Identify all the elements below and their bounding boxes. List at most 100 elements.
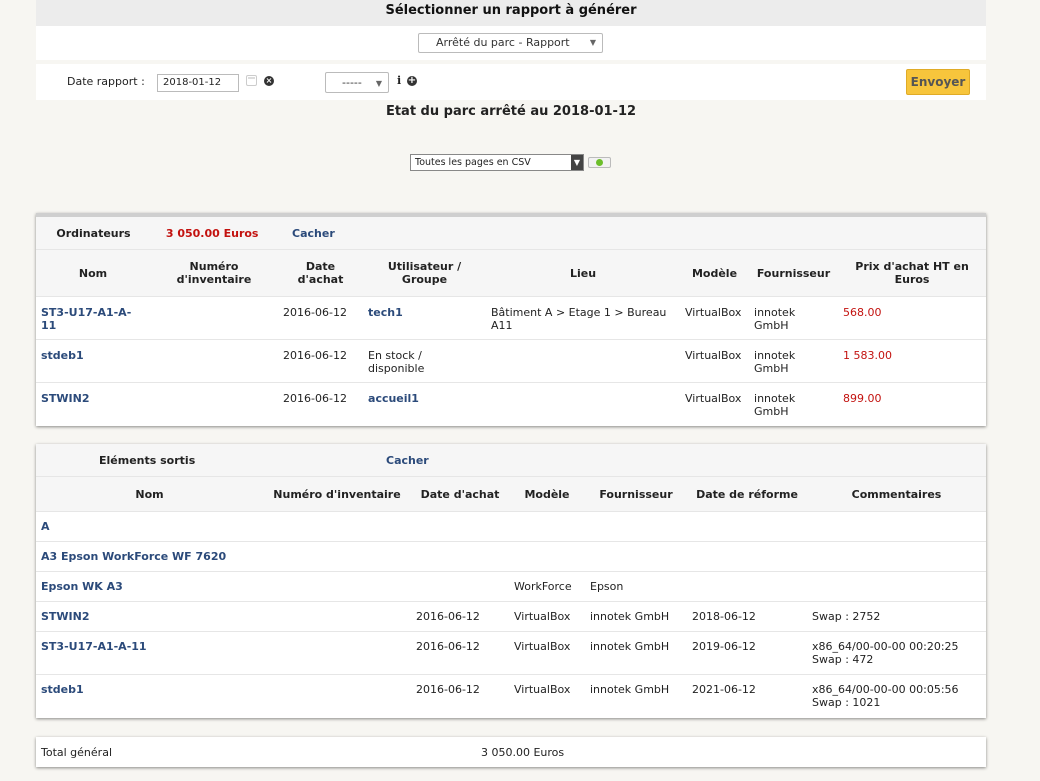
user-status-cell: En stock / disponible — [363, 339, 487, 383]
purchase-date-cell: 2016-06-12 — [411, 601, 509, 632]
price-cell: 568.00 — [838, 296, 987, 340]
date-field[interactable]: 2018-01-12 — [157, 74, 239, 92]
column-header[interactable]: Date d'achat — [411, 476, 509, 512]
comment-cell — [807, 541, 986, 572]
table-row: Epson WK A3 WorkForce Epson — [36, 571, 986, 602]
inventory-cell — [263, 511, 411, 542]
item-name-link[interactable]: STWIN2 — [41, 610, 90, 623]
user-link[interactable]: tech1 — [368, 306, 403, 319]
item-name-link[interactable]: A3 Epson WorkForce WF 7620 — [41, 550, 226, 563]
retire-date-cell: 2019-06-12 — [687, 631, 807, 675]
table-row: STWIN2 2016-06-12 VirtualBox innotek Gmb… — [36, 601, 986, 632]
purchase-date-cell — [411, 571, 509, 602]
table-row: stdeb1 2016-06-12 VirtualBox innotek Gmb… — [36, 675, 986, 718]
purchase-date-cell: 2016-06-12 — [278, 339, 364, 383]
comment-cell: Swap : 2752 — [807, 601, 986, 632]
column-header[interactable]: Numéro d'inventaire — [150, 249, 279, 297]
column-header[interactable]: Numéro d'inventaire — [263, 476, 411, 512]
supplier-cell: innotek GmbH — [590, 683, 670, 696]
column-header[interactable]: Commentaires — [807, 476, 986, 512]
computers-section-header: Ordinateurs 3 050.00 Euros Cacher — [36, 217, 987, 250]
table-row: stdeb1 2016-06-12 En stock / disponible … — [36, 339, 987, 383]
supplier-cell — [585, 541, 687, 572]
item-name-link[interactable]: ST3-U17-A1-A-11 — [41, 640, 147, 653]
purchase-date-cell — [411, 541, 509, 572]
table-row: ST3-U17-A1-A-11 2016-06-12 VirtualBox in… — [36, 631, 986, 675]
computer-name-link[interactable]: stdeb1 — [41, 349, 84, 362]
export-select-value: Toutes les pages en CSV — [415, 157, 531, 168]
column-header[interactable]: Nom — [36, 249, 150, 297]
inventory-cell — [150, 383, 278, 426]
user-link[interactable]: accueil1 — [368, 392, 419, 405]
retired-table: Eléments sortis Cacher Nom Numéro d'inve… — [36, 444, 986, 718]
export-select[interactable]: Toutes les pages en CSV ▼ — [410, 154, 584, 171]
computers-column-headers: Nom Numéro d'inventaire Date d'achat Uti… — [36, 249, 987, 297]
column-header[interactable]: Modèle — [509, 476, 585, 512]
supplier-cell: innotek GmbH — [749, 339, 839, 383]
supplier-cell: innotek GmbH — [749, 296, 839, 340]
supplier-cell: innotek GmbH — [585, 601, 687, 632]
inventory-cell — [150, 339, 279, 383]
model-cell: VirtualBox — [680, 339, 750, 383]
purchase-date-cell — [411, 511, 509, 542]
report-title: Etat du parc arrêté au 2018-01-12 — [385, 104, 637, 119]
model-cell — [509, 511, 585, 542]
column-header[interactable]: Lieu — [486, 249, 681, 297]
inventory-cell — [263, 631, 411, 675]
computer-name-link[interactable]: STWIN2 — [41, 392, 90, 405]
model-cell: VirtualBox — [509, 631, 585, 675]
retired-column-headers: Nom Numéro d'inventaire Date d'achat Mod… — [36, 476, 986, 512]
supplier-cell — [585, 511, 687, 542]
retire-date-cell — [687, 541, 807, 572]
hide-computers-link[interactable]: Cacher — [292, 227, 335, 240]
inventory-cell — [263, 541, 411, 572]
column-header[interactable]: Fournisseur — [749, 249, 839, 297]
grand-total-row: Total général 3 050.00 Euros — [36, 737, 986, 767]
filter-select-value: ----- — [342, 76, 362, 89]
submit-button[interactable]: Envoyer — [906, 69, 970, 95]
supplier-cell: innotek GmbH — [754, 392, 796, 418]
retire-date-cell — [687, 571, 807, 602]
computers-table: Ordinateurs 3 050.00 Euros Cacher Nom Nu… — [36, 217, 987, 426]
location-cell — [486, 339, 681, 383]
column-header[interactable]: Nom — [36, 476, 263, 512]
location-cell: Bâtiment A > Etage 1 > Bureau A11 — [486, 296, 681, 340]
model-cell: VirtualBox — [514, 683, 571, 696]
column-header[interactable]: Prix d'achat HT en Euros — [838, 249, 987, 297]
price-cell: 899.00 — [843, 392, 882, 405]
column-header[interactable]: Utilisateur / Groupe — [363, 249, 487, 297]
table-row: ST3-U17-A1-A-11 2016-06-12 tech1 Bâtimen… — [36, 296, 987, 340]
comment-cell — [807, 571, 986, 602]
report-form: Date rapport : 2018-01-12 × ----- ▼ i + … — [36, 64, 986, 100]
filter-select[interactable]: ----- ▼ — [325, 72, 389, 93]
info-icon[interactable]: i — [397, 74, 401, 87]
column-header[interactable]: Modèle — [680, 249, 750, 297]
calendar-icon[interactable] — [246, 75, 257, 86]
section-label: Eléments sortis — [99, 453, 196, 467]
column-header[interactable]: Date d'achat — [278, 249, 364, 297]
item-name-link[interactable]: stdeb1 — [41, 683, 84, 696]
model-cell: VirtualBox — [509, 601, 585, 632]
item-name-link[interactable]: A — [41, 520, 50, 533]
table-row: A3 Epson WorkForce WF 7620 — [36, 541, 986, 572]
computer-name-link[interactable]: ST3-U17-A1-A-11 — [41, 306, 131, 332]
add-icon[interactable]: + — [407, 76, 417, 86]
hide-retired-link[interactable]: Cacher — [386, 454, 429, 467]
computers-total: 3 050.00 Euros — [165, 226, 259, 240]
date-label: Date rapport : — [67, 75, 145, 88]
purchase-date-cell: 2016-06-12 — [283, 392, 347, 405]
export-go-button[interactable] — [588, 157, 611, 168]
purchase-date-cell: 2016-06-12 — [278, 296, 364, 340]
model-cell — [509, 541, 585, 572]
column-header[interactable]: Fournisseur — [585, 476, 687, 512]
clear-icon[interactable]: × — [264, 76, 274, 86]
retired-section-header: Eléments sortis Cacher — [36, 444, 986, 477]
report-type-select[interactable]: Arrêté du parc - Rapport ▼ — [418, 33, 603, 53]
supplier-cell: innotek GmbH — [585, 631, 687, 675]
retire-date-cell — [687, 511, 807, 542]
column-header[interactable]: Date de réforme — [687, 476, 807, 512]
inventory-cell — [150, 296, 279, 340]
table-row: STWIN2 2016-06-12 accueil1 VirtualBox in… — [36, 383, 986, 426]
retire-date-cell: 2021-06-12 — [692, 683, 756, 696]
item-name-link[interactable]: Epson WK A3 — [41, 580, 123, 593]
